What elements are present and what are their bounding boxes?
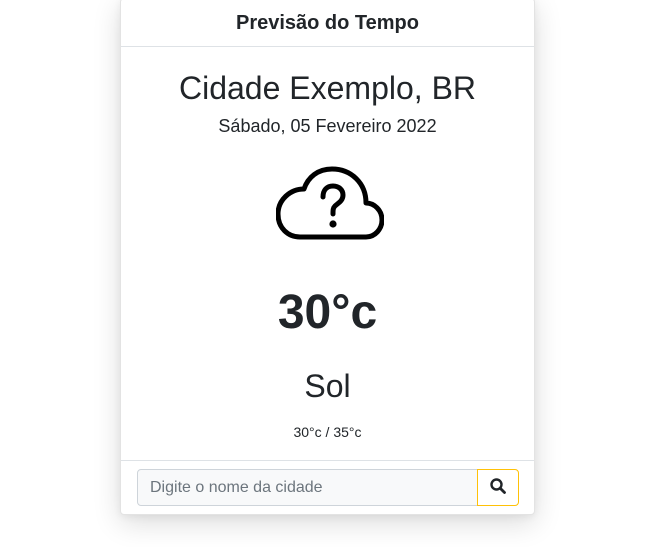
forecast-date: Sábado, 05 Fevereiro 2022 [218, 116, 437, 136]
city-name: Cidade Exemplo, BR [178, 70, 477, 106]
cloud-question-icon [275, 166, 385, 242]
page-title: Previsão do Tempo [235, 12, 419, 34]
card-footer [121, 460, 534, 514]
search-button[interactable] [477, 469, 519, 506]
min-max-temperature: 30°c / 35°c [293, 424, 362, 440]
current-temperature: 30°c [277, 286, 378, 339]
city-search-input[interactable] [137, 469, 478, 506]
card-header: Previsão do Tempo [121, 0, 534, 47]
weather-card: Previsão do Tempo Cidade Exemplo, BR Sáb… [120, 0, 535, 515]
weather-condition: Sol [304, 368, 351, 404]
search-icon [490, 478, 506, 497]
